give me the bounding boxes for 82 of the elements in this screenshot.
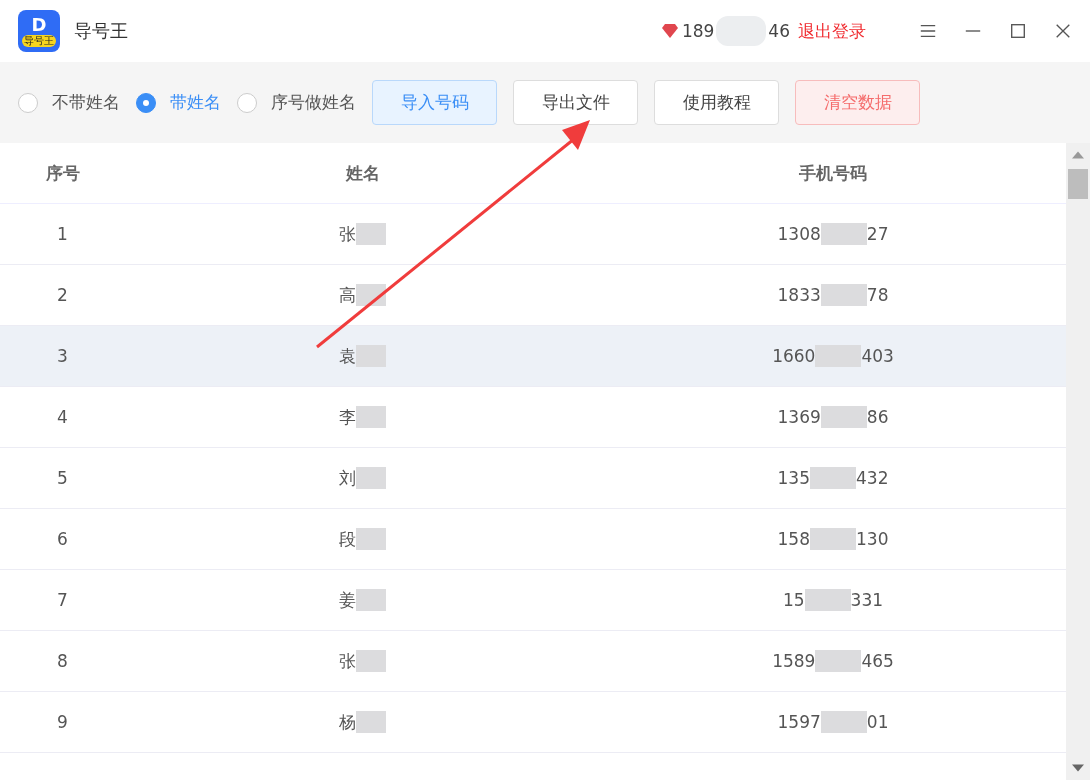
logo-badge: 导号王	[22, 35, 56, 47]
index-cell: 8	[57, 651, 68, 671]
table-row[interactable]: 7 姜 15 331	[0, 570, 1066, 631]
redaction-blur	[356, 223, 386, 245]
phone-start: 1833	[777, 285, 821, 305]
index-cell: 2	[57, 285, 68, 305]
column-header: 姓名	[344, 161, 381, 185]
scroll-thumb[interactable]	[1068, 169, 1088, 199]
redaction-blur	[820, 223, 867, 245]
phone-end: 432	[856, 468, 889, 488]
index-cell: 7	[57, 590, 68, 610]
redaction-blur	[820, 406, 867, 428]
phone-start: 158	[777, 529, 810, 549]
table-row[interactable]: 9 杨 1597 01	[0, 692, 1066, 753]
name-cell: 刘	[339, 466, 356, 490]
redaction-blur	[815, 650, 862, 672]
name-cell: 袁	[339, 344, 356, 368]
name-cell: 高	[339, 283, 356, 307]
maximize-icon[interactable]	[1009, 22, 1027, 40]
redaction-blur	[356, 528, 386, 550]
name-cell: 李	[339, 405, 356, 429]
redaction-blur	[815, 345, 862, 367]
redaction-blur	[356, 284, 386, 306]
redaction-blur	[820, 711, 867, 733]
index-cell: 3	[57, 346, 68, 366]
phone-end: 130	[856, 529, 889, 549]
phone-end: 331	[850, 590, 884, 610]
redaction-blur	[356, 467, 386, 489]
phone-start: 1308	[777, 224, 821, 244]
toolbar-button[interactable]: 导出文件	[513, 80, 638, 125]
phone-end: 403	[861, 346, 894, 366]
phone-end: 86	[866, 407, 889, 427]
phone-start: 1597	[777, 712, 821, 732]
redaction-blur	[356, 650, 386, 672]
index-cell: 9	[57, 712, 68, 732]
table-row[interactable]: 6 段 158 130	[0, 509, 1066, 570]
phone-end: 465	[861, 651, 894, 671]
name-cell: 段	[339, 527, 356, 551]
logo-letter: D	[31, 15, 47, 35]
table-row[interactable]: 4 李 1369 86	[0, 387, 1066, 448]
toolbar-button[interactable]: 使用教程	[654, 80, 779, 125]
redaction-blur	[820, 284, 867, 306]
redaction-blur	[356, 406, 386, 428]
redaction-blur	[810, 528, 856, 550]
table-row[interactable]: 5 刘 135 432	[0, 448, 1066, 509]
name-cell: 姜	[339, 588, 356, 612]
menu-icon[interactable]	[919, 22, 937, 40]
phone-start: 1660	[772, 346, 816, 366]
index-cell: 4	[57, 407, 68, 427]
mode-radio[interactable]: 不带姓名	[18, 91, 120, 114]
index-cell: 5	[57, 468, 68, 488]
diamond-icon	[661, 24, 678, 38]
scrollbar[interactable]	[1066, 143, 1090, 780]
phone-end: 01	[866, 712, 889, 732]
redaction-blur	[810, 467, 856, 489]
close-icon[interactable]	[1054, 22, 1072, 40]
table-row[interactable]: 1 张 1308 27	[0, 204, 1066, 265]
phone-start: 15	[782, 590, 805, 610]
phone-end: 78	[866, 285, 889, 305]
redaction-blur	[804, 589, 851, 611]
name-cell: 杨	[339, 710, 356, 734]
column-header: 手机号码	[798, 161, 868, 185]
phone-end: 27	[866, 224, 889, 244]
table-row[interactable]: 3 袁 1660 403	[0, 326, 1066, 387]
name-cell: 张	[339, 222, 356, 246]
redaction-blur	[356, 589, 386, 611]
logout-link[interactable]: 退出登录	[798, 19, 866, 43]
phone-start: 135	[777, 468, 810, 488]
phone-start: 1589	[772, 651, 816, 671]
account-phone-start: 189	[681, 21, 715, 41]
scroll-down-icon[interactable]	[1072, 764, 1084, 772]
table-row[interactable]: 8 张 1589 465	[0, 631, 1066, 692]
redaction-blur	[356, 711, 386, 733]
name-cell: 张	[339, 649, 356, 673]
redaction-blur	[356, 345, 386, 367]
index-cell: 6	[57, 529, 68, 549]
app-title: 导号王	[74, 19, 128, 43]
phone-start: 1369	[777, 407, 821, 427]
mode-radio[interactable]: 序号做姓名	[237, 91, 356, 114]
index-cell: 1	[57, 224, 68, 244]
account-phone-end: 46	[768, 21, 790, 41]
column-header: 序号	[44, 161, 81, 185]
